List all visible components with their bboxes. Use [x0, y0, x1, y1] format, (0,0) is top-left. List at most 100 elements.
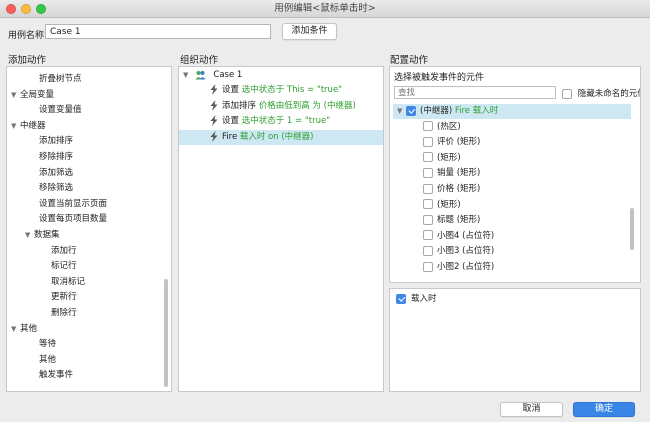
component-item[interactable]: 小图4 (占位符) [393, 229, 631, 244]
window-title: 用例编辑<鼠标单击时> [274, 3, 376, 14]
cancel-button[interactable]: 取消 [500, 402, 563, 417]
component-item[interactable]: ▼ (中继器) Fire 载入时 [393, 104, 631, 119]
component-item[interactable]: 小图3 (占位符) [393, 244, 631, 259]
component-item[interactable]: (矩形) [393, 151, 631, 166]
action-tree-label: 其他 [39, 354, 57, 365]
chevron-down-icon[interactable]: ▼ [397, 104, 406, 119]
action-tree-label: 数据集 [34, 230, 60, 240]
organize-action-panel[interactable]: ▼ Case 1 设置 选中状态于 This = "true" 添加排序 价格由低… [178, 66, 384, 392]
organize-action-title: 组织动作 [180, 55, 219, 66]
lightning-icon [210, 130, 218, 142]
component-item[interactable]: 价格 (矩形) [393, 182, 631, 197]
component-label: 销量 (矩形) [437, 168, 481, 179]
component-label: (热区) [437, 121, 461, 132]
action-tree-item[interactable]: 设置当前显示页面 [39, 197, 107, 212]
component-checkbox[interactable] [423, 121, 433, 132]
component-checkbox[interactable] [423, 136, 433, 147]
component-item[interactable]: (热区) [393, 120, 631, 135]
event-list-panel[interactable]: 载入时 [389, 288, 641, 392]
lightning-icon [210, 99, 218, 111]
action-verb: 设置 [222, 116, 240, 126]
component-label: 评价 (矩形) [437, 137, 481, 148]
close-window-button[interactable] [6, 4, 16, 14]
action-row[interactable]: 设置 选中状态于 1 = "true" [179, 114, 383, 129]
chevron-down-icon[interactable]: ▼ [183, 68, 192, 83]
action-detail: 价格由低到高 为 (中继器) [258, 100, 356, 111]
maximize-window-button[interactable] [36, 4, 46, 14]
action-tree-item[interactable]: 设置变量值 [39, 103, 82, 118]
chevron-down-icon[interactable]: ▼ [11, 119, 20, 134]
component-item[interactable]: 小图2 (占位符) [393, 260, 631, 275]
component-label: 小图2 (占位符) [437, 262, 495, 272]
event-item[interactable]: 载入时 [396, 292, 437, 307]
case-name-label: 用例名称 [8, 31, 45, 41]
case-name-input[interactable] [45, 24, 271, 39]
action-tree-item[interactable]: 标记行 [51, 259, 77, 274]
component-item[interactable]: 标题 (矩形) [393, 213, 631, 228]
action-row[interactable]: 添加排序 价格由低到高 为 (中继器) [179, 99, 383, 114]
component-checkbox[interactable] [406, 105, 416, 116]
action-detail: 选中状态于 1 = "true" [241, 116, 331, 126]
action-tree-item[interactable]: 添加行 [51, 244, 77, 259]
action-row[interactable]: Fire 载入时 on (中继器) [179, 129, 383, 145]
action-tree-item[interactable]: 设置每页项目数量 [39, 212, 107, 227]
component-checkbox[interactable] [423, 152, 433, 163]
component-item[interactable]: (矩形) [393, 198, 631, 213]
component-item[interactable]: 评价 (矩形) [393, 135, 631, 150]
action-tree-item[interactable]: ▼ 全局变量 [11, 88, 54, 103]
component-tree[interactable]: ▼ (中继器) Fire 载入时 (热区) 评价 (矩形) (矩形) 销量 (矩形) 价格 … [393, 104, 637, 280]
action-tree-label: 其他 [20, 323, 38, 334]
action-tree-item[interactable]: 触发事件 [39, 368, 73, 383]
action-tree-item[interactable]: 移除筛选 [39, 181, 73, 196]
window-titlebar: 用例编辑<鼠标单击时> [0, 0, 650, 18]
action-tree-item[interactable]: ▼ 数据集 [25, 228, 60, 243]
chevron-down-icon[interactable]: ▼ [11, 88, 20, 103]
action-tree-item[interactable]: ▼ 其他 [11, 322, 37, 337]
action-detail: 选中状态于 This = "true" [241, 85, 343, 95]
action-tree-label: 设置当前显示页面 [39, 198, 108, 209]
component-scrollbar[interactable] [630, 208, 634, 250]
component-checkbox[interactable] [423, 214, 433, 225]
action-tree-item[interactable]: 其他 [39, 353, 56, 368]
search-input[interactable] [394, 86, 556, 99]
add-action-tree[interactable]: 折叠树节点 ▼ 全局变量 设置变量值 ▼ 中继器 添加排序 移除排序 添加筛选 移除筛选设置当前显… [6, 66, 172, 392]
event-checkbox[interactable] [396, 293, 406, 304]
action-tree-label: 取消标记 [51, 276, 86, 287]
action-tree-item[interactable]: 更新行 [51, 290, 77, 305]
hide-unnamed-checkbox[interactable] [562, 88, 572, 99]
component-checkbox[interactable] [423, 183, 433, 194]
hide-unnamed-toggle[interactable]: 隐藏未命名的元件 [562, 87, 640, 99]
action-tree-item[interactable]: 取消标记 [51, 275, 85, 290]
action-tree-label: 设置每页项目数量 [39, 214, 108, 225]
action-tree-item[interactable]: 折叠树节点 [39, 72, 82, 87]
component-label: 标题 (矩形) [437, 215, 481, 226]
minimize-window-button[interactable] [21, 4, 31, 14]
ok-button[interactable]: 确定 [573, 402, 635, 417]
component-checkbox[interactable] [423, 261, 433, 272]
action-detail: 载入时 on (中继器) [239, 131, 314, 142]
action-tree-item[interactable]: 删除行 [51, 306, 77, 321]
component-event-label: Fire 载入时 [454, 106, 499, 116]
component-checkbox[interactable] [423, 230, 433, 241]
action-row[interactable]: 设置 选中状态于 This = "true" [179, 83, 383, 98]
action-tree-item[interactable]: 添加筛选 [39, 166, 73, 181]
action-tree-item[interactable]: ▼ 中继器 [11, 119, 46, 134]
action-tree-item[interactable]: 添加排序 [39, 134, 73, 149]
component-checkbox[interactable] [423, 167, 433, 178]
add-condition-button[interactable]: 添加条件 [282, 23, 337, 40]
config-action-title: 配置动作 [390, 55, 429, 66]
action-tree-label: 删除行 [51, 308, 77, 318]
component-label: (矩形) [437, 152, 461, 163]
chevron-down-icon[interactable]: ▼ [11, 322, 20, 337]
chevron-down-icon[interactable]: ▼ [25, 228, 34, 243]
component-checkbox[interactable] [423, 245, 433, 256]
case-people-icon [195, 70, 206, 79]
case-node[interactable]: ▼ Case 1 [179, 68, 383, 83]
action-tree-item[interactable]: 等待 [39, 337, 56, 352]
component-label: 小图3 (占位符) [437, 246, 495, 257]
component-checkbox[interactable] [423, 199, 433, 210]
component-item[interactable]: 销量 (矩形) [393, 166, 631, 181]
action-tree-item[interactable]: 移除排序 [39, 150, 73, 165]
left-scrollbar[interactable] [164, 279, 168, 387]
component-label: 价格 (矩形) [437, 184, 481, 194]
